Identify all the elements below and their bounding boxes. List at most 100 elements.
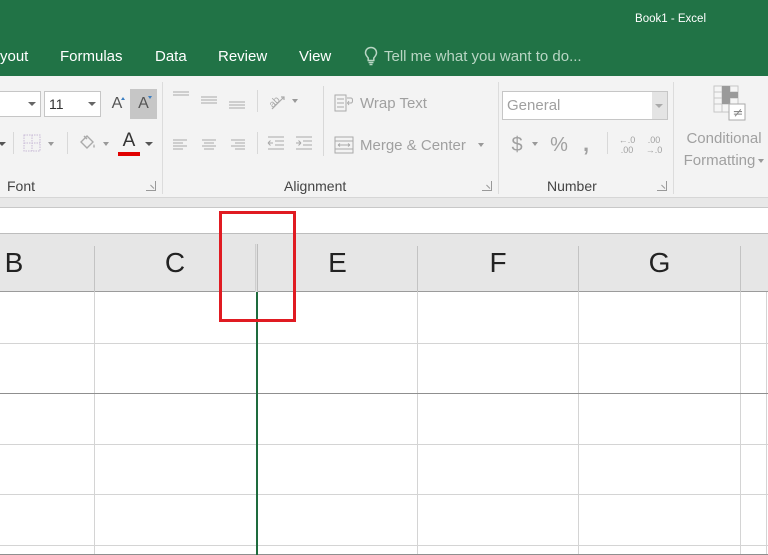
tab-view[interactable]: View (299, 48, 331, 65)
gridline-vertical (417, 292, 418, 555)
tab-data[interactable]: Data (155, 48, 187, 65)
column-header-b[interactable]: B (0, 234, 30, 292)
alignment-dialog-launcher[interactable] (482, 181, 492, 191)
text-orientation-icon: ab (267, 94, 285, 110)
conditional-formatting-label-2-wrap: Formatting (684, 150, 765, 172)
increase-indent-icon (296, 136, 312, 150)
currency-dropdown[interactable] (530, 139, 540, 149)
column-resize-handle[interactable] (255, 244, 258, 292)
formula-bar[interactable] (0, 209, 768, 234)
gridline-horizontal (0, 545, 768, 546)
chevron-down-icon (532, 142, 538, 146)
top-align-button[interactable] (171, 89, 191, 105)
font-group-label: Font (7, 178, 36, 194)
title-bar: Book1 - Excel yout Formulas Data Review … (0, 0, 768, 76)
number-format-combo[interactable]: General (502, 91, 668, 120)
lightbulb-icon (364, 46, 378, 66)
font-name-combo[interactable] (0, 91, 41, 117)
wrap-text-icon (334, 94, 353, 112)
currency-icon: $ (511, 133, 523, 156)
decrease-decimal-icon-bottom: →.0 (645, 145, 663, 155)
gridline-vertical (766, 292, 767, 555)
svg-text:ab: ab (267, 94, 283, 110)
align-center-button[interactable] (199, 136, 219, 152)
decrease-decimal-icon-top: .00 (647, 135, 661, 145)
tab-formulas[interactable]: Formulas (60, 48, 123, 65)
cell-grid[interactable] (0, 292, 768, 555)
font-color-dropdown[interactable] (144, 136, 154, 152)
chevron-down-icon (28, 102, 36, 106)
merge-center-button[interactable]: Merge & Center (334, 136, 484, 154)
merge-center-icon (334, 136, 354, 154)
font-color-button[interactable]: A (117, 131, 141, 157)
chevron-down-icon (145, 142, 153, 146)
borders-button[interactable] (22, 133, 42, 153)
underline-dropdown[interactable] (0, 136, 6, 152)
increase-decimal-icon-bottom: .00 (620, 145, 634, 155)
column-resize-guide (256, 292, 258, 555)
comma-style-button[interactable]: , (579, 131, 593, 156)
gridline-vertical (94, 292, 95, 555)
bottom-align-icon (229, 101, 245, 109)
paint-bucket-icon (80, 135, 95, 149)
borders-dropdown[interactable] (46, 136, 56, 152)
wrap-text-button[interactable]: Wrap Text (334, 94, 427, 112)
currency-button[interactable]: $ (508, 133, 526, 157)
decrease-font-size-button[interactable]: A (130, 89, 157, 119)
decrease-indent-button[interactable] (265, 134, 287, 154)
align-left-button[interactable] (171, 136, 191, 152)
merge-center-label: Merge & Center (360, 136, 466, 154)
column-header-e[interactable]: E (258, 234, 417, 292)
group-separator (673, 82, 674, 194)
align-right-button[interactable] (227, 136, 247, 152)
svg-text:≠: ≠ (733, 106, 744, 121)
align-center-icon (202, 139, 216, 150)
fill-color-dropdown[interactable] (101, 136, 111, 152)
number-group-label: Number (547, 178, 597, 194)
increase-decimal-button[interactable]: ←.0 .00 (616, 132, 638, 158)
chevron-down-icon (88, 102, 96, 106)
font-dialog-launcher[interactable] (146, 181, 156, 191)
divider (257, 132, 258, 154)
middle-align-button[interactable] (199, 92, 219, 108)
chevron-down-icon (758, 159, 765, 163)
percent-button[interactable]: % (547, 133, 571, 157)
decrease-decimal-button[interactable]: .00 →.0 (643, 132, 665, 158)
tab-review[interactable]: Review (218, 48, 267, 65)
column-separator[interactable] (740, 246, 741, 292)
gridline-horizontal (0, 393, 768, 394)
number-format-value: General (507, 97, 561, 114)
number-dialog-launcher[interactable] (657, 181, 667, 191)
font-size-combo[interactable]: 11 (44, 91, 101, 117)
up-triangle-icon (121, 97, 125, 100)
bottom-align-button[interactable] (227, 95, 247, 111)
top-align-icon (173, 91, 189, 96)
increase-indent-button[interactable] (293, 134, 315, 154)
gridline-horizontal (0, 444, 768, 445)
ribbon-collapse-strip (0, 198, 768, 208)
orientation-button[interactable]: ab (266, 90, 288, 112)
percent-icon: % (550, 133, 568, 156)
divider (607, 132, 608, 154)
font-color-swatch (118, 152, 140, 156)
conditional-formatting-button[interactable]: ≠ Conditional Formatting (680, 84, 768, 184)
column-header-f[interactable]: F (418, 234, 578, 292)
font-color-icon: A (122, 130, 136, 151)
column-header-c[interactable]: C (95, 234, 255, 292)
increase-font-size-button[interactable]: A (106, 91, 128, 117)
wrap-text-label: Wrap Text (360, 94, 427, 112)
divider (257, 90, 258, 112)
comma-icon: , (582, 131, 590, 156)
divider (13, 132, 14, 154)
chevron-down-icon (48, 142, 54, 146)
column-header-g[interactable]: G (579, 234, 740, 292)
group-separator (162, 82, 163, 194)
align-left-icon (173, 139, 187, 150)
chevron-down-icon (655, 104, 663, 108)
borders-icon (23, 134, 41, 152)
window-title: Book1 - Excel (635, 13, 706, 25)
orientation-dropdown[interactable] (290, 96, 300, 106)
tab-page-layout[interactable]: yout (0, 48, 28, 65)
tell-me-search[interactable]: Tell me what you want to do... (364, 46, 582, 66)
fill-color-button[interactable] (78, 133, 98, 153)
